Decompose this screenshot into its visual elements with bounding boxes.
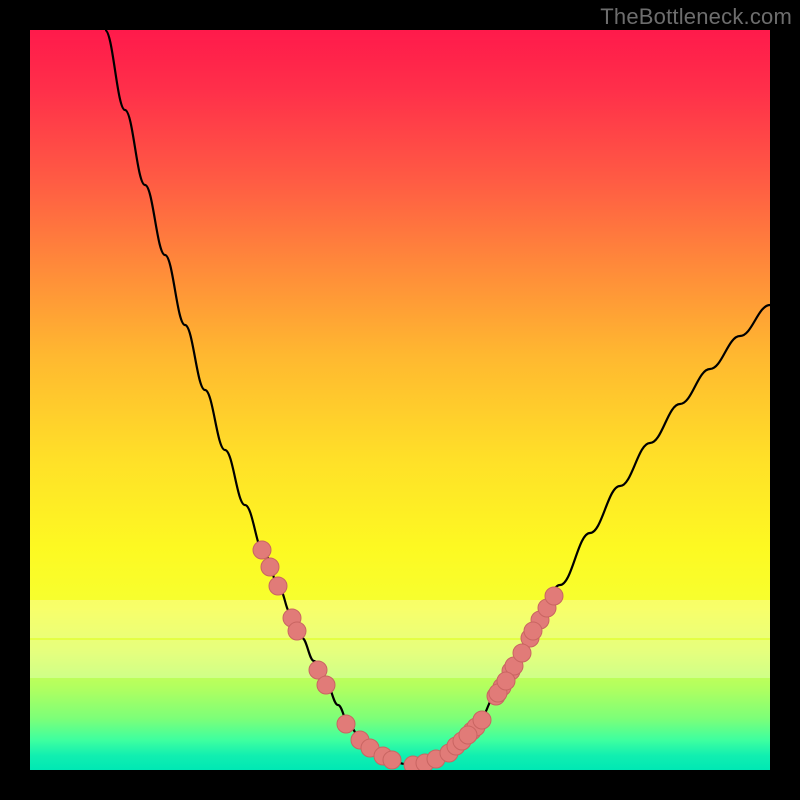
chart-frame: TheBottleneck.com	[0, 0, 800, 800]
data-marker	[261, 558, 279, 576]
data-marker	[317, 676, 335, 694]
watermark-text: TheBottleneck.com	[600, 4, 792, 30]
data-marker	[545, 587, 563, 605]
data-marker	[337, 715, 355, 733]
bottleneck-curve	[105, 30, 770, 765]
data-marker	[383, 751, 401, 769]
data-marker	[269, 577, 287, 595]
plot-area	[30, 30, 770, 770]
data-marker	[513, 644, 531, 662]
curve-markers	[253, 541, 563, 770]
data-marker	[473, 711, 491, 729]
data-marker	[459, 726, 477, 744]
curve-layer	[30, 30, 770, 770]
data-marker	[497, 672, 515, 690]
data-marker	[524, 622, 542, 640]
data-marker	[253, 541, 271, 559]
data-marker	[288, 622, 306, 640]
